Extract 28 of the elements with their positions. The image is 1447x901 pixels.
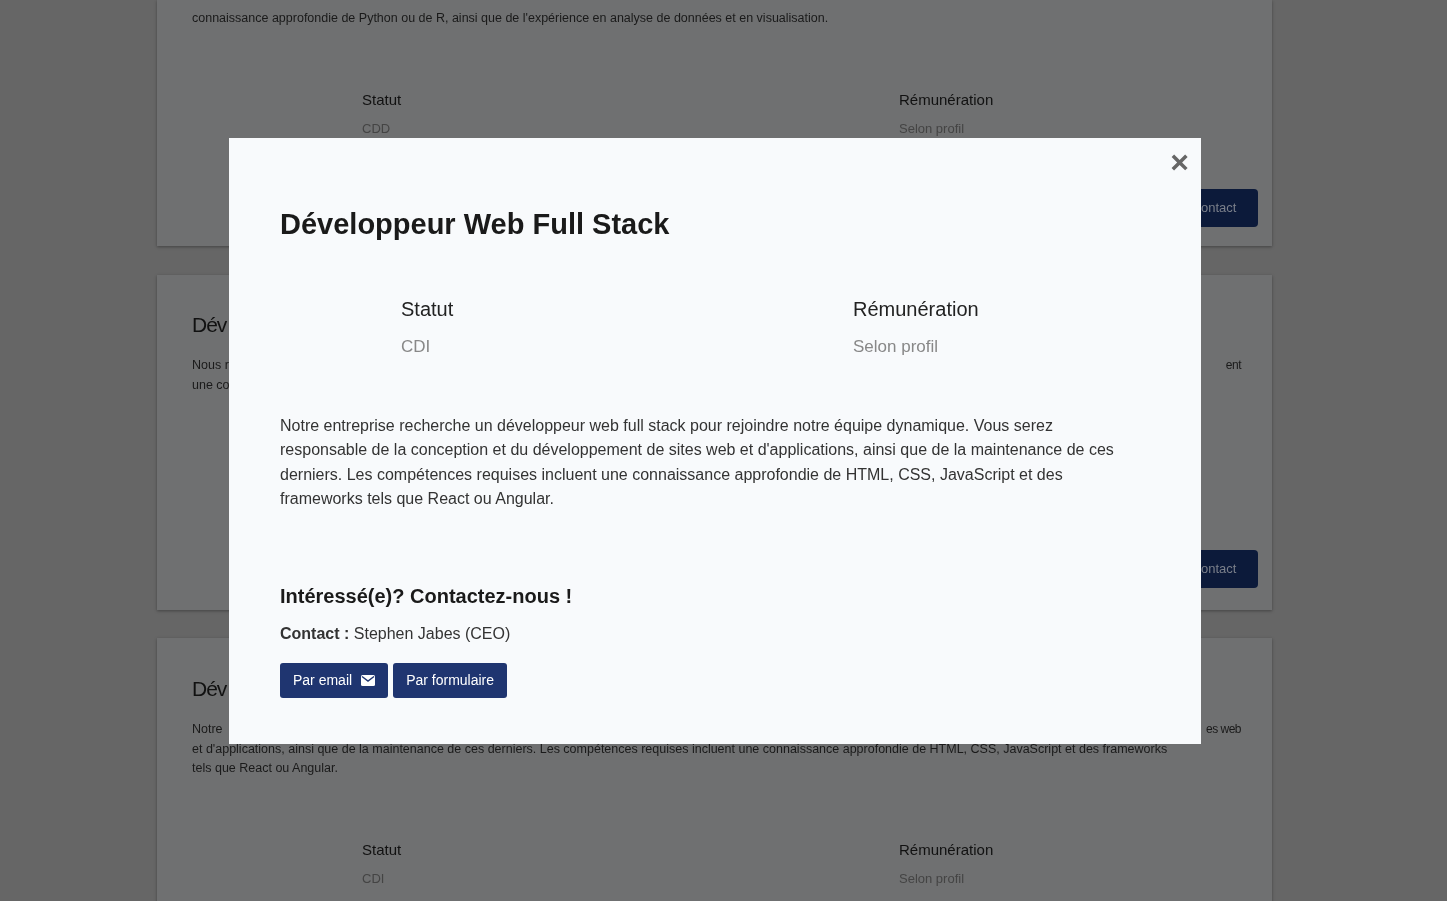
status-label: Statut (401, 297, 455, 322)
status-value: CDI (401, 336, 432, 358)
contact-button[interactable]: ontact (1201, 188, 1258, 227)
contact-heading: Intéressé(e)? Contactez-nous ! (280, 583, 574, 609)
contact-text: Contact : Stephen Jabes (CEO) (280, 623, 512, 644)
job-title: Dév (192, 676, 227, 702)
description-text: es web (1205, 721, 1241, 738)
form-button[interactable]: Par formulaire (393, 662, 508, 698)
description-text: et d'applications, ainsi que de la maintenance de ces derniers. Les compétences requises incluent une connaissance approfondie de HTML, CSS, JavaScript et des frameworks (192, 740, 1168, 758)
contact-button[interactable]: ontact (1201, 550, 1258, 588)
pay-label: Rémunération (899, 89, 994, 110)
description-text: Notre (192, 721, 223, 738)
job-description: Notre entreprise recherche un développeur web full stack pour rejoindre notre équipe dynamique. Vous serez responsable de la conception et du développement de sites web et d'applications, ainsi que de la maintenance de ces derniers. Les compétences requises incluent une connaissance approfondie de HTML, CSS, JavaScript et des frameworks tels que React ou Angular. (280, 415, 1115, 510)
modal-title: Développeur Web Full Stack (280, 207, 671, 242)
description-text: ent (1225, 357, 1241, 374)
description-text: une co (192, 376, 230, 394)
email-button[interactable]: Par email (280, 662, 389, 698)
pay-value: Selon profil (853, 336, 940, 358)
description-text: connaissance approfondie de Python ou de R, ainsi que de l'expérience en analyse de données et en visualisation. (192, 10, 829, 27)
status-label: Statut (362, 839, 403, 860)
description-text: tels que React ou Angular. (192, 760, 338, 777)
pay-label: Rémunération (899, 839, 994, 860)
description-text: Nous r (192, 357, 229, 374)
status-label: Statut (362, 89, 403, 110)
envelope-icon (361, 674, 376, 686)
job-title: Dév (192, 312, 227, 338)
close-button[interactable]: × (1170, 146, 1189, 178)
pay-label: Rémunération (853, 297, 979, 322)
